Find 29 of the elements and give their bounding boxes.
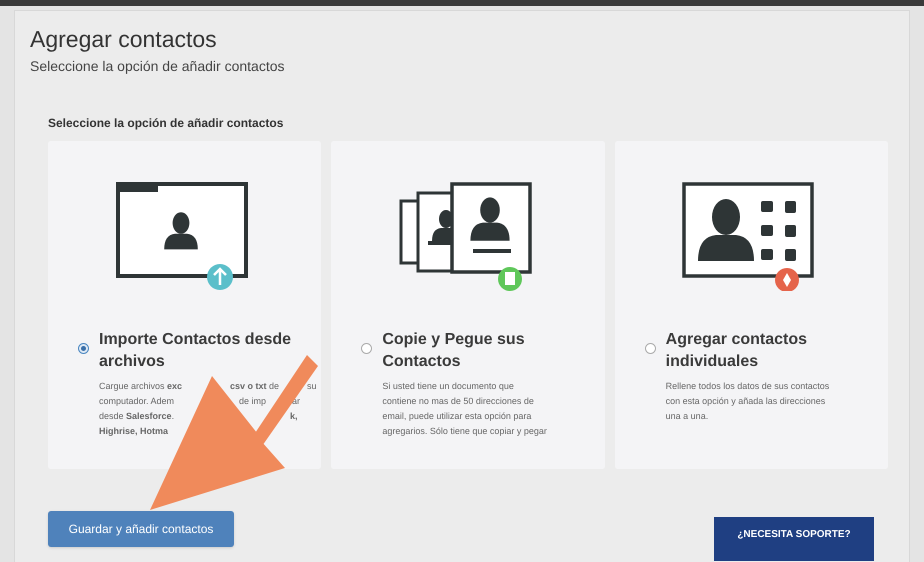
option-description: con esta opción y añada las direcciones [666, 394, 826, 408]
support-banner[interactable]: ¿NECESITA SOPORTE? [714, 516, 874, 561]
option-description: contiene no mas de 50 direcciones de [382, 394, 534, 408]
radio-button[interactable] [644, 342, 656, 354]
support-title: ¿NECESITA SOPORTE? [737, 528, 851, 542]
option-description: Highrise, Hotma [99, 424, 168, 438]
radio-button[interactable] [361, 342, 372, 354]
option-description: de imp [239, 394, 266, 408]
option-card[interactable]: Agregar contactos individuales Rellene todos los datos de sus contactos con esta opción y añada las direcciones una a una. [614, 140, 888, 469]
option-description: k, [290, 410, 298, 423]
option-card[interactable]: Copie y Pegue sus Contactos Si usted tiene un documento que contiene no mas de 50 direcciones de email, puede utilizar esta opción para agregarios. Sólo tiene que copiar y pegar [331, 140, 605, 469]
section-label: Seleccione la opción de añadir contactos [48, 114, 284, 132]
option-title: Copie y Pegue sus Contactos [382, 330, 526, 372]
option-description: su [307, 380, 317, 393]
option-description: computador. Adem [99, 394, 174, 408]
option-description: una a una. [666, 410, 708, 423]
option-title: Importe Contactos desde archivos [99, 330, 292, 372]
save-button[interactable]: Guardar y añadir contactos [48, 510, 234, 547]
page-subtitle: Seleccione la opción de añadir contactos [30, 56, 286, 76]
option-description: agregarios. Sólo tiene que copiar y pegar [382, 424, 547, 438]
option-description: Si usted tiene un documento que [382, 380, 514, 393]
option-description: email, puede utilizar esta opción para [382, 410, 532, 423]
option-description: csv o txt de [230, 380, 280, 393]
option-description: desde Salesforce. [99, 410, 174, 423]
page-title: Agregar contactos [30, 25, 218, 54]
option-description: Cargue archivos exc [99, 380, 182, 393]
option-description: Rellene todos los datos de sus contactos [666, 380, 830, 393]
option-title: Agregar contactos individuales [666, 330, 808, 372]
radio-button[interactable] [78, 342, 89, 354]
